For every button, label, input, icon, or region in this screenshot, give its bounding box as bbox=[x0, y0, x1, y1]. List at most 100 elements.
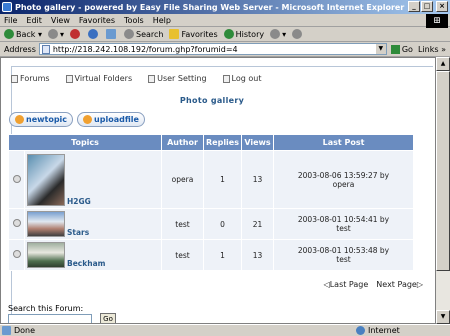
topic-link[interactable]: H2GG bbox=[67, 197, 91, 206]
last-post-cell: 2003-08-06 13:59:27 by opera bbox=[273, 150, 414, 209]
refresh-button[interactable] bbox=[88, 29, 100, 39]
forward-arrow-icon bbox=[47, 29, 58, 39]
last-page-link[interactable]: ◁Last Page bbox=[324, 280, 369, 289]
globe-icon bbox=[356, 326, 365, 335]
col-topics: Topics bbox=[8, 134, 162, 151]
windows-logo-icon: ⊞ bbox=[426, 14, 448, 28]
links-button[interactable]: Links » bbox=[418, 45, 446, 54]
search-go-button[interactable]: Go bbox=[100, 313, 116, 323]
history-button[interactable]: History bbox=[223, 29, 264, 39]
col-author: Author bbox=[161, 134, 204, 151]
favorites-button[interactable]: Favorites bbox=[169, 29, 218, 39]
next-page-link[interactable]: Next Page▷ bbox=[376, 280, 423, 289]
new-topic-button[interactable]: newtopic bbox=[9, 112, 74, 127]
stop-button[interactable] bbox=[70, 29, 82, 39]
search-icon bbox=[124, 29, 134, 39]
logout-icon bbox=[222, 74, 230, 83]
menu-edit[interactable]: Edit bbox=[26, 16, 42, 25]
topic-link[interactable]: Stars bbox=[67, 228, 89, 237]
col-views: Views bbox=[241, 134, 274, 151]
topic-link[interactable]: Beckham bbox=[67, 259, 105, 268]
address-url: http://218.242.108.192/forum.ghp?forumid… bbox=[52, 44, 238, 54]
last-post-cell: 2003-08-01 10:53:48 by test bbox=[273, 239, 414, 271]
menu-file[interactable]: File bbox=[4, 16, 17, 25]
page-done-icon bbox=[2, 326, 11, 335]
action-buttons: newtopic uploadfile bbox=[9, 112, 145, 127]
back-button[interactable]: Back ▾ bbox=[4, 29, 42, 39]
history-icon bbox=[223, 29, 234, 39]
topic-thumbnail[interactable] bbox=[27, 153, 65, 206]
address-dropdown-icon[interactable]: ▼ bbox=[375, 44, 386, 54]
replies-cell: 1 bbox=[203, 150, 242, 209]
search-label: Search this Forum: bbox=[8, 304, 84, 313]
forum-nav: Forums Virtual Folders User Setting Log … bbox=[11, 74, 261, 83]
menu-bar: File Edit View Favorites Tools Help bbox=[0, 14, 450, 27]
mail-button[interactable]: ▾ bbox=[270, 29, 286, 39]
menu-view[interactable]: View bbox=[51, 16, 70, 25]
forward-button[interactable]: ▾ bbox=[47, 29, 64, 39]
topic-thumbnail[interactable] bbox=[27, 211, 65, 237]
home-icon bbox=[106, 29, 116, 39]
table-header-row: Topics Author Replies Views Last Post bbox=[8, 134, 414, 151]
window-title: Photo gallery - powered by Easy File Sha… bbox=[15, 2, 405, 12]
forum-title: Photo gallery bbox=[179, 96, 245, 105]
ie-app-icon bbox=[2, 2, 12, 12]
status-bar: Done Internet bbox=[0, 324, 450, 336]
mail-icon bbox=[270, 29, 281, 39]
scroll-down-button[interactable]: ▼ bbox=[436, 310, 450, 324]
address-bar: Address http://218.242.108.192/forum.ghp… bbox=[0, 42, 450, 57]
col-last-post: Last Post bbox=[273, 134, 414, 151]
topic-status-icon bbox=[12, 174, 21, 183]
last-post-cell: 2003-08-01 10:54:41 by test bbox=[273, 208, 414, 240]
stop-icon bbox=[70, 29, 80, 39]
nav-forums[interactable]: Forums bbox=[11, 74, 50, 83]
maximize-button[interactable]: □ bbox=[421, 1, 433, 12]
menu-help[interactable]: Help bbox=[153, 16, 171, 25]
views-cell: 21 bbox=[241, 208, 274, 240]
table-row: Beckham test 1 13 2003-08-01 10:53:48 by… bbox=[8, 239, 414, 271]
pagination: ◁Last Page Next Page▷ bbox=[324, 280, 423, 289]
favorites-icon bbox=[169, 29, 180, 39]
topic-thumbnail[interactable] bbox=[27, 242, 65, 268]
topic-status-icon bbox=[12, 219, 21, 227]
scroll-thumb[interactable] bbox=[436, 71, 450, 271]
vertical-scrollbar[interactable]: ▲ ▼ bbox=[436, 57, 450, 324]
author-cell: test bbox=[161, 239, 204, 271]
topic-status-icon bbox=[12, 250, 21, 258]
nav-virtual-folders[interactable]: Virtual Folders bbox=[65, 74, 132, 83]
topics-table: Topics Author Replies Views Last Post H2… bbox=[8, 134, 414, 271]
back-arrow-icon bbox=[4, 29, 14, 39]
author-cell: opera bbox=[161, 150, 204, 209]
table-row: Stars test 0 21 2003-08-01 10:54:41 by te… bbox=[8, 208, 414, 240]
folder-icon bbox=[65, 74, 73, 83]
go-arrow-icon bbox=[390, 44, 400, 54]
user-icon bbox=[148, 74, 156, 83]
go-button[interactable]: Go bbox=[390, 44, 413, 54]
print-icon bbox=[292, 29, 303, 39]
col-replies: Replies bbox=[203, 134, 242, 151]
menu-tools[interactable]: Tools bbox=[124, 16, 144, 25]
address-label: Address bbox=[4, 44, 36, 54]
upload-file-button[interactable]: uploadfile bbox=[77, 112, 145, 127]
minimize-button[interactable]: _ bbox=[408, 1, 420, 12]
replies-cell: 1 bbox=[203, 239, 242, 271]
views-cell: 13 bbox=[241, 150, 274, 209]
search-button[interactable]: Search bbox=[124, 29, 163, 39]
window-controls: _ □ × bbox=[408, 1, 448, 12]
print-button[interactable] bbox=[292, 29, 304, 39]
address-input[interactable]: http://218.242.108.192/forum.ghp?forumid… bbox=[38, 43, 387, 55]
page-content: Forums Virtual Folders User Setting Log … bbox=[0, 57, 436, 324]
nav-user-setting[interactable]: User Setting bbox=[148, 74, 207, 83]
status-text: Done bbox=[0, 326, 300, 335]
refresh-icon bbox=[88, 29, 98, 39]
scroll-up-button[interactable]: ▲ bbox=[436, 57, 450, 71]
forum-search-input[interactable] bbox=[8, 314, 92, 323]
security-zone: Internet bbox=[356, 326, 400, 335]
views-cell: 13 bbox=[241, 239, 274, 271]
nav-log-out[interactable]: Log out bbox=[222, 74, 261, 83]
home-button[interactable] bbox=[106, 29, 118, 39]
menu-favorites[interactable]: Favorites bbox=[79, 16, 115, 25]
close-button[interactable]: × bbox=[436, 1, 448, 12]
table-row: H2GG opera 1 13 2003-08-06 13:59:27 by op… bbox=[8, 150, 414, 209]
author-cell: test bbox=[161, 208, 204, 240]
